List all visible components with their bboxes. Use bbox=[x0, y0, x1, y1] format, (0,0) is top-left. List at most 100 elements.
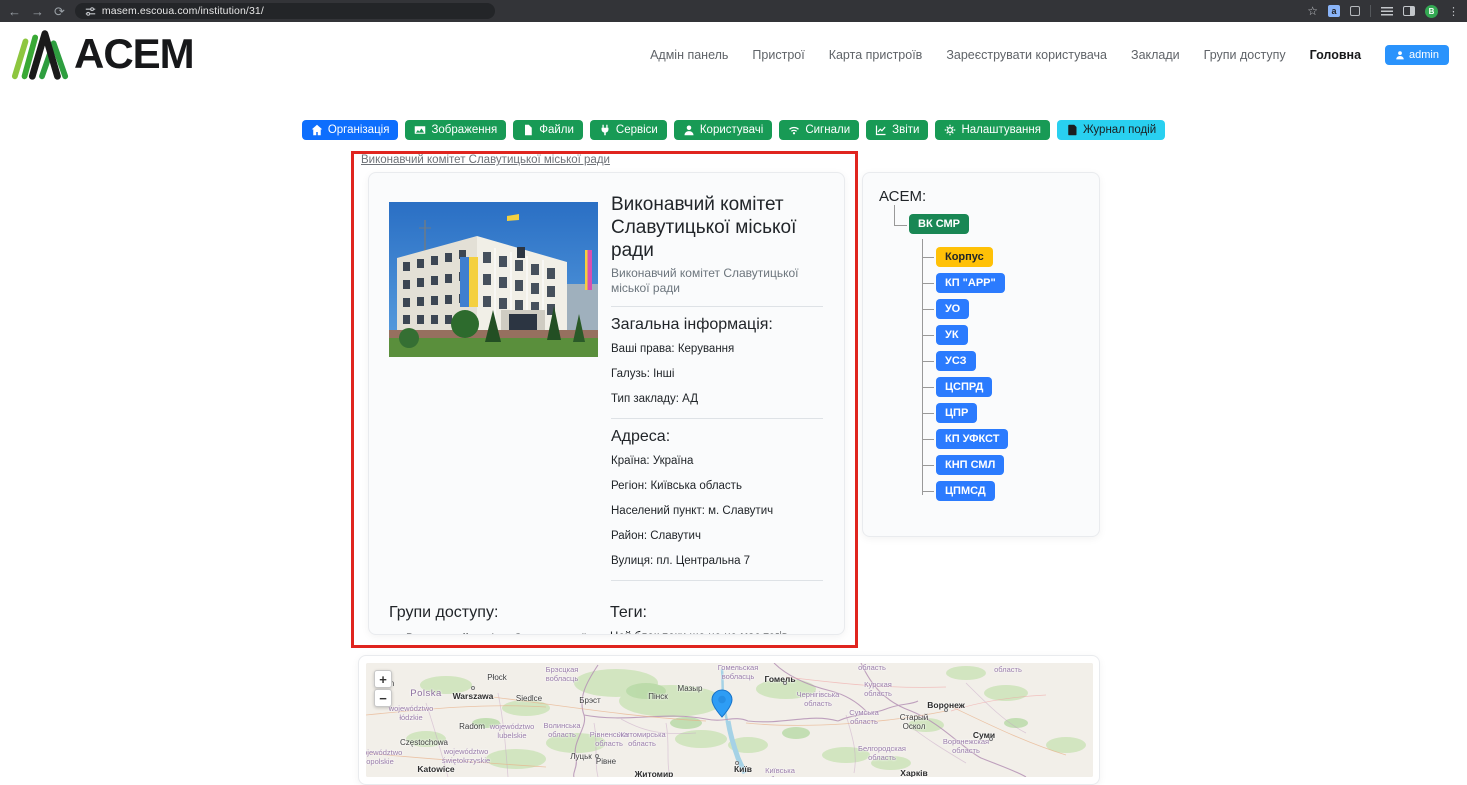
breadcrumb-institution-link[interactable]: Виконавчий комітет Славутицької міської … bbox=[361, 154, 610, 166]
refresh-icon[interactable]: ⟳ bbox=[54, 5, 65, 18]
tree-node-kp-ufkst[interactable]: КП УФКСТ bbox=[936, 429, 1009, 449]
map-city-dot bbox=[944, 708, 948, 712]
map-pin-icon[interactable] bbox=[711, 689, 733, 718]
map-city-dot bbox=[783, 681, 787, 685]
back-icon[interactable]: ← bbox=[8, 5, 21, 18]
type-row: Тип закладу: АД bbox=[611, 392, 698, 405]
divider bbox=[611, 579, 823, 581]
tab-label: Сервіси bbox=[615, 124, 658, 136]
tree-children: Корпус КП "АРР" УО УК УСЗ ЦСПРД ЦПР КП У… bbox=[922, 239, 1083, 501]
admin-user-button[interactable]: admin bbox=[1385, 45, 1449, 65]
tree-node-korpus[interactable]: Корпус bbox=[936, 247, 993, 267]
browser-menu-icon[interactable]: ⋮ bbox=[1448, 5, 1459, 18]
plug-icon bbox=[601, 124, 609, 136]
map-basemap bbox=[366, 663, 1093, 777]
tab-files[interactable]: Файли bbox=[513, 120, 583, 140]
map-zoom-controls: + − bbox=[374, 670, 392, 707]
address-heading: Адреса: bbox=[611, 427, 671, 445]
branch-row: Галузь: Інші bbox=[611, 367, 675, 380]
forward-icon[interactable]: → bbox=[31, 5, 44, 18]
user-icon bbox=[1396, 51, 1404, 60]
tab-reports[interactable]: Звіти bbox=[866, 120, 929, 140]
institution-tabs: Організація Зображення Файли Сервіси Кор… bbox=[0, 120, 1467, 140]
tab-label: Журнал подій bbox=[1082, 124, 1157, 136]
url-bar[interactable]: masem.escoua.com/institution/31/ bbox=[74, 3, 495, 19]
translate-icon[interactable]: a bbox=[1328, 5, 1340, 17]
tab-event-log[interactable]: Журнал подій bbox=[1056, 120, 1166, 140]
institution-title: Виконавчий комітет Славутицької міської … bbox=[611, 194, 797, 262]
tab-organization[interactable]: Організація bbox=[301, 120, 399, 140]
side-panel-icon[interactable] bbox=[1403, 6, 1415, 16]
tab-users[interactable]: Користувачі bbox=[673, 120, 773, 140]
tab-settings[interactable]: Налаштування bbox=[935, 120, 1050, 140]
rights-row: Ваші права: Керування bbox=[611, 342, 735, 355]
chart-icon bbox=[876, 125, 886, 136]
site-settings-icon[interactable] bbox=[85, 6, 96, 17]
general-info-heading: Загальна інформація: bbox=[611, 315, 773, 333]
map-city-dot bbox=[735, 761, 739, 765]
institution-card: Виконавчий комітет Славутицької міської … bbox=[368, 172, 845, 635]
toolbar-divider bbox=[1370, 5, 1371, 17]
map[interactable]: PłockKoninPolskaWarszawaSiedlceБрэстПінс… bbox=[366, 663, 1093, 777]
map-card: PłockKoninPolskaWarszawaSiedlceБрэстПінс… bbox=[358, 655, 1100, 785]
tree-node-tspmsd[interactable]: ЦПМСД bbox=[936, 481, 995, 501]
acem-logo[interactable]: ACEM bbox=[10, 28, 195, 80]
tab-label: Користувачі bbox=[699, 124, 764, 136]
map-zoom-out-button[interactable]: − bbox=[374, 689, 392, 707]
institution-photo bbox=[389, 202, 598, 357]
tree-node-tspr[interactable]: ЦПР bbox=[936, 403, 978, 423]
tree-node-knp-sml[interactable]: КНП СМЛ bbox=[936, 455, 1005, 475]
logo-text: ACEM bbox=[74, 30, 195, 77]
map-zoom-in-button[interactable]: + bbox=[374, 670, 392, 688]
browser-profile-avatar[interactable]: B bbox=[1425, 4, 1438, 18]
region-row: Регіон: Київська область bbox=[611, 479, 742, 492]
settlement-row: Населений пункт: м. Славутич bbox=[611, 504, 774, 517]
divider bbox=[611, 417, 823, 419]
nav-access-groups[interactable]: Групи доступу bbox=[1204, 48, 1286, 62]
street-row: Вулиця: пл. Центральна 7 bbox=[611, 554, 751, 567]
url-text: masem.escoua.com/institution/31/ bbox=[101, 5, 264, 17]
bookmark-star-icon[interactable]: ☆ bbox=[1307, 4, 1318, 18]
reading-list-icon[interactable] bbox=[1381, 6, 1393, 16]
tree-node-vk-smr[interactable]: ВК СМР bbox=[909, 214, 970, 234]
admin-button-label: admin bbox=[1409, 49, 1439, 61]
acem-logo-mark-icon bbox=[11, 30, 69, 80]
access-groups-list: Виконавчий комітет Славутицької міської … bbox=[406, 631, 610, 634]
tree-node-uk[interactable]: УК bbox=[936, 325, 968, 345]
tab-services[interactable]: Сервіси bbox=[589, 120, 667, 140]
nav-home[interactable]: Головна bbox=[1310, 48, 1361, 62]
tree-node-uo[interactable]: УО bbox=[936, 299, 970, 319]
divider bbox=[611, 305, 823, 307]
tab-images[interactable]: Зображення bbox=[405, 120, 507, 140]
nav-admin-panel[interactable]: Адмін панель bbox=[650, 48, 728, 62]
tab-signals[interactable]: Сигнали bbox=[779, 120, 860, 140]
tab-label: Звіти bbox=[892, 124, 920, 136]
nav-devices[interactable]: Пристрої bbox=[752, 48, 804, 62]
user-icon bbox=[684, 125, 694, 136]
tree-node-kp-arr[interactable]: КП "АРР" bbox=[936, 273, 1005, 293]
map-city-dot bbox=[595, 754, 599, 758]
nav-device-map[interactable]: Карта пристроїв bbox=[829, 48, 923, 62]
tree-node-tssprd[interactable]: ЦСПРД bbox=[936, 377, 993, 397]
nav-institutions[interactable]: Заклади bbox=[1131, 48, 1180, 62]
main-nav: Адмін панель Пристрої Карта пристроїв За… bbox=[650, 45, 1449, 65]
tree-node-usz[interactable]: УСЗ bbox=[936, 351, 976, 371]
map-city-dot bbox=[989, 737, 993, 741]
browser-toolbar: ← → ⟳ masem.escoua.com/institution/31/ ☆… bbox=[0, 0, 1467, 22]
tree-root-row: ВК СМР bbox=[894, 205, 1083, 234]
extensions-icon[interactable] bbox=[1350, 6, 1360, 16]
tab-label: Організація bbox=[327, 124, 390, 136]
country-row: Країна: Україна bbox=[611, 454, 694, 467]
journal-icon bbox=[1068, 124, 1077, 136]
nav-register-user[interactable]: Зареєструвати користувача bbox=[946, 48, 1107, 62]
wifi-icon bbox=[789, 126, 800, 135]
tab-label: Сигнали bbox=[805, 124, 851, 136]
tree-heading: АСЕМ: bbox=[879, 188, 927, 205]
tab-label: Файли bbox=[539, 124, 574, 136]
home-icon bbox=[311, 124, 323, 136]
structure-tree-card: АСЕМ: ВК СМР Корпус КП "АРР" УО УК УСЗ Ц… bbox=[862, 172, 1100, 537]
site-header: ACEM Адмін панель Пристрої Карта пристро… bbox=[0, 22, 1467, 90]
tags-heading: Теги: bbox=[610, 603, 647, 621]
gear-icon bbox=[945, 124, 956, 136]
map-city-dot bbox=[471, 686, 475, 690]
